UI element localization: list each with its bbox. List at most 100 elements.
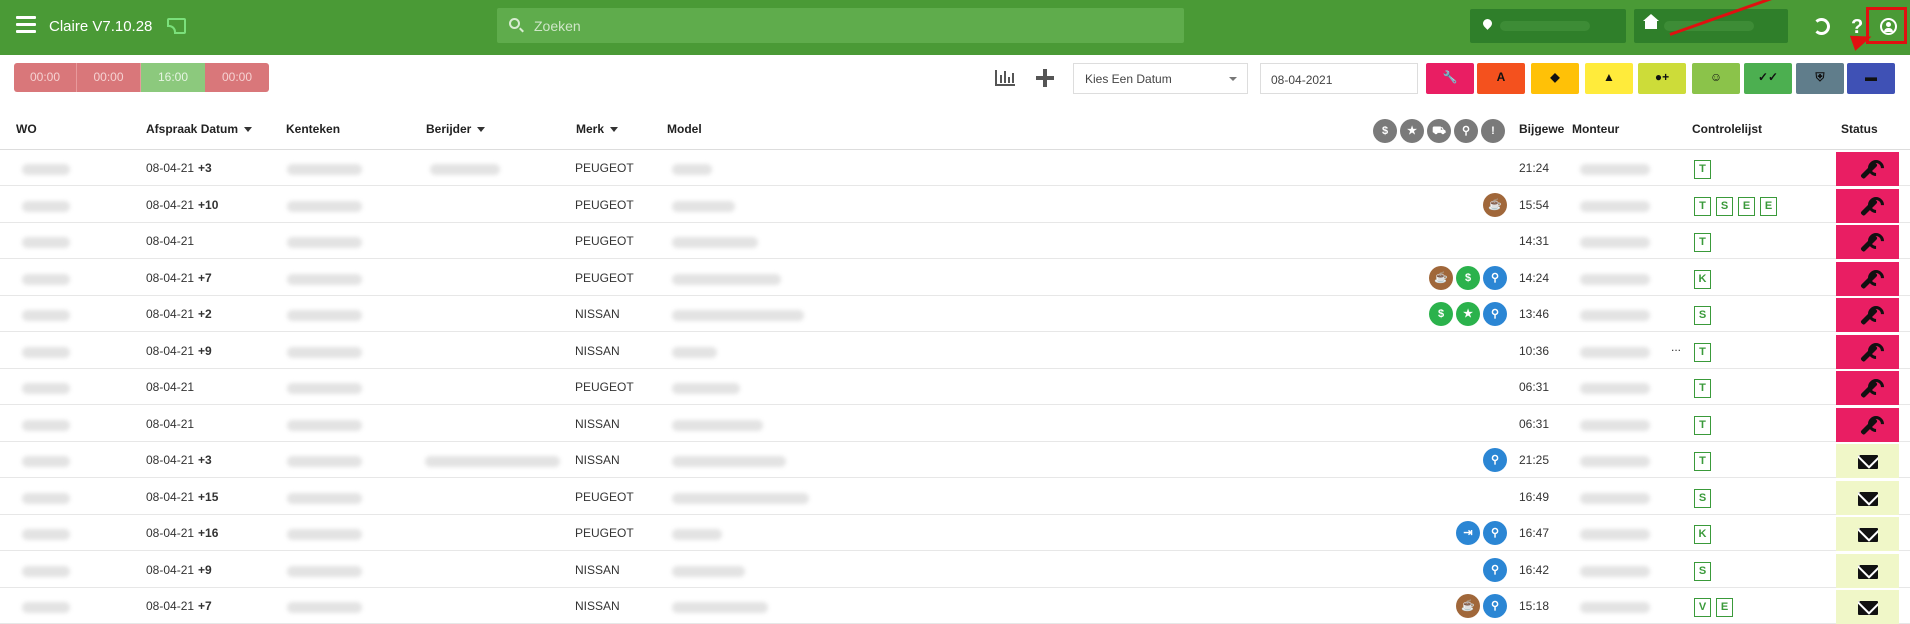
table-row[interactable]: 08-04-21 PEUGEOT 06:31 T	[0, 369, 1910, 405]
col-berijder[interactable]: Berijder	[426, 122, 485, 136]
status-message[interactable]	[1836, 553, 1899, 588]
table-row[interactable]: 08-04-21 +7 NISSAN 15:18 ☕ ⚲ V E	[0, 588, 1910, 624]
table-row[interactable]: 08-04-21 +7 PEUGEOT 14:24 ☕ $ ⚲ K	[0, 260, 1910, 296]
search-input[interactable]	[534, 8, 1174, 43]
checklist-tag[interactable]: T	[1694, 415, 1711, 435]
coffee-badge-icon[interactable]: ☕	[1483, 192, 1507, 217]
timer-3[interactable]: 16:00	[141, 63, 205, 92]
filter-button-letter-a[interactable]: A	[1477, 63, 1525, 94]
coffee-badge-icon[interactable]: ☕	[1429, 265, 1453, 290]
table-row[interactable]: 08-04-21 +3 NISSAN 21:25 ⚲ T	[0, 442, 1910, 478]
col-afspraak-datum[interactable]: Afspraak Datum	[146, 122, 252, 136]
table-row[interactable]: 08-04-21 +16 PEUGEOT 16:47 ⇥ ⚲ K	[0, 515, 1910, 551]
table-row[interactable]: 08-04-21 +3 PEUGEOT 21:24 T	[0, 150, 1910, 186]
status-in-progress[interactable]	[1836, 371, 1899, 405]
filter-button-warning[interactable]: ▲	[1585, 63, 1633, 94]
status-in-progress[interactable]	[1836, 298, 1899, 332]
monteur-redacted	[1580, 419, 1650, 431]
checklist-tag[interactable]: E	[1738, 196, 1755, 216]
star-badge-icon[interactable]: ★	[1456, 302, 1480, 326]
status-in-progress[interactable]	[1836, 152, 1899, 186]
pin-badge-icon[interactable]: ⚲	[1483, 594, 1507, 618]
col-monteur[interactable]: Monteur	[1572, 122, 1619, 136]
checklist-tag[interactable]: T	[1694, 233, 1711, 252]
checklist-tag[interactable]: T	[1694, 196, 1711, 216]
col-merk[interactable]: Merk	[576, 122, 618, 136]
status-in-progress[interactable]	[1836, 225, 1899, 259]
table-row[interactable]: 08-04-21 PEUGEOT 14:31 T	[0, 223, 1910, 259]
cart-icon[interactable]: ⛟	[1427, 119, 1451, 143]
menu-icon[interactable]	[16, 16, 36, 36]
timer-4[interactable]: 00:00	[205, 63, 269, 92]
status-in-progress[interactable]	[1836, 261, 1899, 296]
checklist-tag[interactable]: T	[1694, 160, 1711, 179]
filter-button-tag[interactable]: ◆	[1531, 63, 1579, 94]
col-status[interactable]: Status	[1841, 122, 1878, 136]
warning-icon[interactable]: !	[1481, 119, 1505, 143]
checklist-tag[interactable]: E	[1760, 196, 1777, 216]
checklist-tag[interactable]: K	[1694, 269, 1711, 289]
col-controlelijst[interactable]: Controlelijst	[1692, 122, 1762, 136]
pin-badge-icon[interactable]: ⚲	[1483, 302, 1507, 326]
filter-button-wrench[interactable]: 🔧	[1426, 63, 1474, 94]
add-icon[interactable]	[1036, 69, 1054, 87]
checklist-tag[interactable]: S	[1716, 196, 1733, 216]
search-bar[interactable]	[497, 8, 1184, 43]
filter-button-double-check[interactable]: ✓✓	[1744, 63, 1792, 94]
filter-button-smiley[interactable]: ☺	[1692, 63, 1740, 94]
status-in-progress[interactable]	[1836, 334, 1899, 369]
cast-icon[interactable]	[167, 18, 186, 34]
col-afspraak-label: Afspraak Datum	[146, 122, 239, 136]
chart-icon[interactable]	[995, 70, 1015, 86]
table-row[interactable]: 08-04-21 NISSAN 06:31 T	[0, 406, 1910, 442]
dollar-badge-icon[interactable]: $	[1429, 302, 1453, 326]
status-message[interactable]	[1836, 444, 1899, 478]
pin-badge-icon[interactable]: ⚲	[1483, 557, 1507, 582]
status-message[interactable]	[1836, 517, 1899, 551]
checklist-tag[interactable]: T	[1694, 452, 1711, 471]
coffee-badge-icon[interactable]: ☕	[1456, 594, 1480, 618]
checklist-tag[interactable]: V	[1694, 598, 1711, 617]
wo-redacted	[22, 529, 70, 540]
status-message[interactable]	[1836, 480, 1899, 515]
table-row[interactable]: 08-04-21 +9 NISSAN 10:36... T	[0, 333, 1910, 369]
checklist-tag[interactable]: E	[1716, 598, 1733, 617]
col-kenteken[interactable]: Kenteken	[286, 122, 340, 136]
status-in-progress[interactable]	[1836, 407, 1899, 442]
table-row[interactable]: 08-04-21 +10 PEUGEOT 15:54 ☕ T S E E	[0, 187, 1910, 223]
pin-icon[interactable]: ⚲	[1454, 119, 1478, 143]
date-field[interactable]: 08-04-2021	[1260, 63, 1418, 94]
filter-button-shield[interactable]: ⛨	[1796, 63, 1844, 94]
col-wo[interactable]: WO	[16, 122, 37, 136]
table-row[interactable]: 08-04-21 +2 NISSAN 13:46 $ ★ ⚲ S	[0, 296, 1910, 332]
pin-badge-icon[interactable]: ⚲	[1483, 265, 1507, 290]
pin-badge-icon[interactable]: ⚲	[1483, 521, 1507, 545]
dollar-badge-icon[interactable]: $	[1456, 265, 1480, 290]
checklist-tag[interactable]: T	[1694, 342, 1711, 362]
table-row[interactable]: 08-04-21 +15 PEUGEOT 16:49 S	[0, 479, 1910, 515]
checklist-tag[interactable]: S	[1694, 488, 1711, 508]
pin-badge-icon[interactable]: ⚲	[1483, 448, 1507, 472]
timer-1[interactable]: 00:00	[14, 63, 77, 92]
filter-button-person-plus[interactable]: ●+	[1638, 63, 1686, 94]
filter-button-car[interactable]: ▬	[1847, 63, 1895, 94]
checklist-tag[interactable]: S	[1694, 561, 1711, 581]
col-model[interactable]: Model	[667, 122, 702, 136]
branch-selector[interactable]	[1634, 9, 1788, 43]
date-select[interactable]: Kies Een Datum	[1073, 63, 1248, 94]
col-bijgewerkt[interactable]: Bijgewe	[1519, 122, 1564, 136]
table-row[interactable]: 08-04-21 +9 NISSAN 16:42 ⚲ S	[0, 552, 1910, 588]
transfer-badge-icon[interactable]: ⇥	[1456, 521, 1480, 545]
timer-2[interactable]: 00:00	[77, 63, 141, 92]
checklist-tag[interactable]: T	[1694, 379, 1711, 398]
checklist-tag[interactable]: S	[1694, 306, 1711, 325]
status-message[interactable]	[1836, 590, 1899, 624]
star-icon[interactable]: ★	[1400, 119, 1424, 143]
checklist-tag[interactable]: K	[1694, 525, 1711, 544]
location-selector[interactable]	[1470, 9, 1626, 43]
monteur-redacted	[1580, 237, 1650, 248]
refresh-icon[interactable]	[1813, 18, 1830, 35]
envelope-icon	[1858, 528, 1878, 542]
dollar-icon[interactable]: $	[1373, 119, 1397, 143]
status-in-progress[interactable]	[1836, 188, 1899, 223]
